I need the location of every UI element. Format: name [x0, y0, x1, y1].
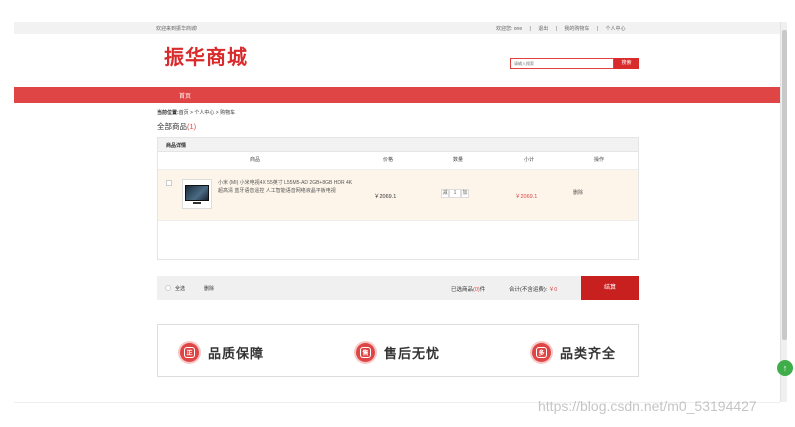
col-subtotal: 小计 — [524, 157, 535, 163]
logout-link[interactable]: 退出 — [538, 26, 548, 32]
col-quantity: 数量 — [453, 157, 464, 163]
all-items-title: 全部商品(1) — [157, 122, 197, 131]
cart-total: 合计(不含运费): ￥0 — [509, 287, 558, 293]
scrollbar-thumb[interactable] — [782, 30, 787, 340]
top-links: 欢迎您: one | 退出 | 我的购物车 | 个人中心 — [496, 26, 626, 32]
quantity-stepper: 减 1 加 — [441, 189, 469, 198]
cart-footer-bar: 全选 删除 已选商品(0)件 合计(不含运费): ￥0 结算 — [157, 276, 639, 300]
guarantee-panel: 正 品质保障 售 售后无忧 多 品类齐全 — [157, 324, 639, 377]
delete-selected-link[interactable]: 删除 — [204, 285, 214, 292]
cart-table: 商品详情 商品 价格 数量 小计 操作 小米 (MI) 小米电视4X 55英寸 … — [157, 137, 639, 260]
search-button[interactable]: 搜索 — [614, 58, 639, 69]
checkout-button[interactable]: 结算 — [581, 276, 639, 300]
select-all-checkbox[interactable] — [165, 285, 171, 291]
col-product: 商品 — [250, 157, 261, 163]
main-nav: 首页 — [14, 87, 780, 103]
all-items-count: (1) — [187, 122, 197, 131]
breadcrumb: 当前位置:首页 > 个人中心 > 购物车 — [157, 109, 235, 116]
select-all-label[interactable]: 全选 — [175, 285, 185, 292]
my-cart-link[interactable]: 我的购物车 — [564, 26, 589, 32]
guarantee-quality: 正 品质保障 — [180, 342, 264, 362]
user-greeting: 欢迎您: one — [496, 26, 523, 32]
profile-link[interactable]: 个人中心 — [605, 26, 625, 32]
breadcrumb-prefix: 当前位置: — [157, 110, 179, 116]
col-action: 操作 — [594, 157, 605, 163]
variety-icon: 多 — [532, 342, 551, 362]
search-input[interactable] — [510, 58, 614, 69]
after-sales-icon: 售 — [356, 342, 375, 362]
total-value: ￥0 — [548, 287, 558, 293]
page-scrollbar[interactable] — [780, 22, 787, 402]
product-name[interactable]: 小米 (MI) 小米电视4X 55英寸 L55M5-AD 2GB+8GB HDR… — [218, 180, 356, 195]
table-row: 小米 (MI) 小米电视4X 55英寸 L55M5-AD 2GB+8GB HDR… — [158, 169, 638, 221]
tv-image — [185, 185, 209, 201]
quantity-plus-button[interactable]: 加 — [461, 189, 469, 198]
product-subtotal: ￥2069.1 — [515, 194, 538, 200]
guarantee-variety: 多 品类齐全 — [532, 342, 616, 362]
col-price: 价格 — [383, 157, 394, 163]
breadcrumb-path[interactable]: 首页 > 个人中心 > 购物车 — [179, 110, 235, 116]
quality-icon: 正 — [180, 342, 199, 362]
watermark: https://blog.csdn.net/m0_53194427 — [538, 398, 757, 414]
product-image[interactable] — [182, 179, 212, 209]
floating-help-icon[interactable]: ↑ — [777, 360, 793, 376]
welcome-text: 欢迎来到振华商城! — [156, 26, 198, 32]
selected-count: 已选商品(0)件 — [451, 287, 486, 293]
nav-home[interactable]: 首页 — [179, 91, 191, 100]
top-bar: 欢迎来到振华商城! 欢迎您: one | 退出 | 我的购物车 | 个人中心 — [14, 22, 780, 34]
guarantee-after-sales: 售 售后无忧 — [356, 342, 440, 362]
delete-item-link[interactable]: 删除 — [573, 189, 583, 196]
cart-section-title: 商品详情 — [158, 138, 638, 152]
quantity-input[interactable]: 1 — [449, 189, 461, 198]
item-checkbox[interactable] — [166, 180, 172, 186]
product-price: ￥2069.1 — [374, 194, 397, 200]
quantity-minus-button[interactable]: 减 — [441, 189, 449, 198]
site-logo[interactable]: 振华商城 — [164, 41, 248, 70]
